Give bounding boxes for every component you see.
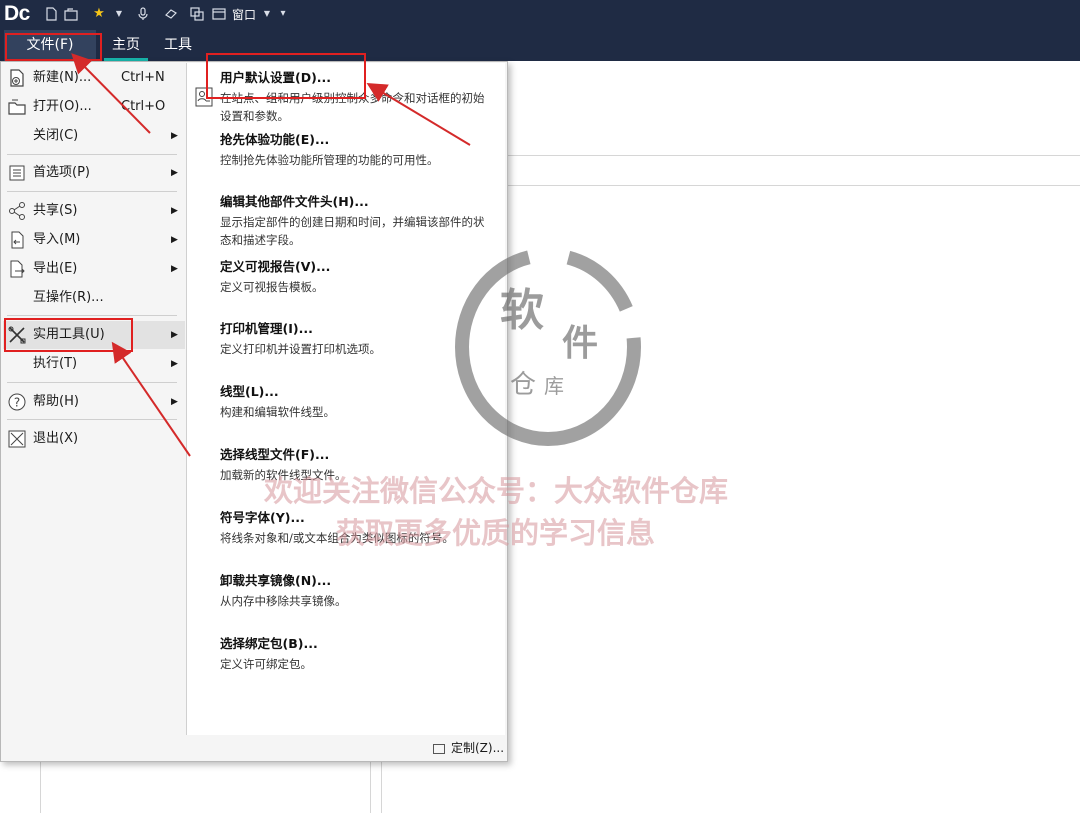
customize-button[interactable]: 定制(Z)... <box>433 739 504 757</box>
divider <box>508 155 1080 156</box>
submenu-item-user-defaults[interactable]: 用户默认设置(D)... 在站点、组和用户级别控制众多命令和对话框的初始设置和参… <box>220 69 490 125</box>
window-icon[interactable] <box>212 7 226 21</box>
copy-window-icon[interactable] <box>190 7 204 21</box>
divider <box>508 185 1080 186</box>
help-icon: ? <box>7 392 27 412</box>
customize-quick-access-icon[interactable]: ▾ <box>276 7 290 21</box>
menu-item-utilities[interactable]: 实用工具(U) ▶ <box>3 321 185 349</box>
menu-item-preferences[interactable]: 首选项(P) ▶ <box>3 159 185 187</box>
watermark-seal-char: 软 <box>500 285 544 336</box>
submenu-item-line-font[interactable]: 线型(L)... 构建和编辑软件线型。 <box>220 383 490 421</box>
submenu-item-unload-shared-image[interactable]: 卸载共享镜像(N)... 从内存中移除共享镜像。 <box>220 572 490 610</box>
user-defaults-icon <box>194 86 214 108</box>
submenu-arrow-icon: ▶ <box>171 397 178 407</box>
export-icon <box>7 259 27 279</box>
submenu-arrow-icon: ▶ <box>171 206 178 216</box>
menu-separator <box>7 191 177 192</box>
submenu-arrow-icon: ▶ <box>171 235 178 245</box>
import-icon <box>7 230 27 250</box>
window-menu-label[interactable]: 窗口 <box>232 6 256 23</box>
menu-item-exit[interactable]: 退出(X) <box>3 425 185 453</box>
menu-item-execute[interactable]: 执行(T) ▶ <box>3 350 185 378</box>
submenu-item-select-bundle[interactable]: 选择绑定包(B)... 定义许可绑定包。 <box>220 635 490 673</box>
favorite-star-icon[interactable]: ★ <box>92 7 106 21</box>
customize-icon <box>433 743 445 754</box>
submenu-arrow-icon: ▶ <box>171 168 178 178</box>
divider <box>40 762 41 813</box>
menu-item-help[interactable]: ? 帮助(H) ▶ <box>3 388 185 416</box>
app-logo: Dc <box>4 2 30 25</box>
watermark-seal-char: 仓 <box>510 370 536 400</box>
divider <box>370 762 371 813</box>
menu-separator <box>7 315 177 316</box>
divider <box>381 762 382 813</box>
menu-item-export[interactable]: 导出(E) ▶ <box>3 255 185 283</box>
menu-separator <box>7 419 177 420</box>
watermark-line-1: 欢迎关注微信公众号：大众软件仓库 <box>264 474 729 508</box>
menu-item-open[interactable]: 打开(O)... Ctrl+O <box>3 93 185 121</box>
menu-item-import[interactable]: 导入(M) ▶ <box>3 226 185 254</box>
watermark-seal-char: 件 <box>562 322 598 364</box>
utilities-tools-icon <box>7 325 27 345</box>
microphone-icon[interactable] <box>136 7 150 21</box>
menu-item-interop[interactable]: 互操作(R)... <box>3 284 185 312</box>
tab-home[interactable]: 主页 <box>104 30 148 61</box>
touch-mode-icon[interactable] <box>164 7 178 21</box>
menu-separator <box>7 154 177 155</box>
new-file-icon[interactable] <box>44 7 58 21</box>
menu-item-close[interactable]: 关闭(C) ▶ <box>3 122 185 150</box>
title-bar: Dc ★ ▼ 窗口 ▼ ▾ <box>0 0 1080 30</box>
submenu-item-printer-management[interactable]: 打印机管理(I)... 定义打印机并设置打印机选项。 <box>220 320 490 358</box>
submenu-arrow-icon: ▶ <box>171 330 178 340</box>
submenu-arrow-icon: ▶ <box>171 359 178 369</box>
watermark-line-2: 获取更多优质的学习信息 <box>336 516 656 550</box>
menu-separator <box>7 382 177 383</box>
window-dropdown-icon[interactable]: ▼ <box>260 7 274 21</box>
open-file-icon[interactable] <box>64 7 78 21</box>
menu-item-share[interactable]: 共享(S) ▶ <box>3 197 185 225</box>
submenu-arrow-icon: ▶ <box>171 264 178 274</box>
watermark-seal: 软 件 仓 库 <box>452 245 644 450</box>
dropdown-chevron-icon[interactable]: ▼ <box>112 7 126 21</box>
watermark-seal-char: 库 <box>544 374 564 398</box>
tab-tools[interactable]: 工具 <box>160 30 196 61</box>
open-folder-icon <box>7 97 27 117</box>
submenu-item-visual-report[interactable]: 定义可视报告(V)... 定义可视报告模板。 <box>220 258 490 296</box>
svg-text:?: ? <box>14 396 20 410</box>
submenu-arrow-icon: ▶ <box>171 131 178 141</box>
new-document-icon <box>7 68 27 88</box>
submenu-item-edit-part-header[interactable]: 编辑其他部件文件头(H)... 显示指定部件的创建日期和时间，并编辑该部件的状态… <box>220 193 490 249</box>
preferences-icon <box>7 163 27 183</box>
tab-file[interactable]: 文件(F) <box>4 30 96 61</box>
menu-item-new[interactable]: 新建(N)... Ctrl+N <box>3 64 185 92</box>
menu-bar: 文件(F) 主页 工具 <box>0 30 1080 61</box>
exit-icon <box>7 429 27 449</box>
share-icon <box>7 201 27 221</box>
submenu-item-early-access[interactable]: 抢先体验功能(E)... 控制抢先体验功能所管理的功能的可用性。 <box>220 131 490 169</box>
